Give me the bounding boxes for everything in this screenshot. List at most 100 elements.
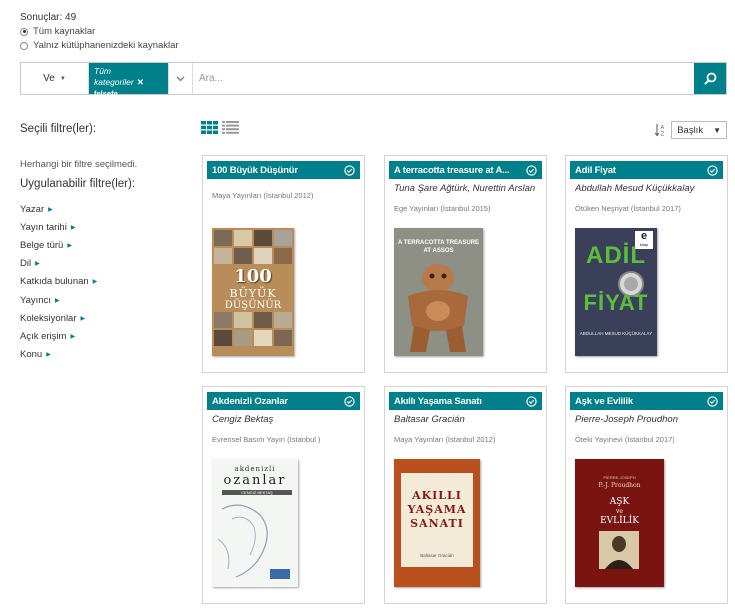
caret-right-icon: ▶ — [48, 206, 53, 213]
scope-library-option[interactable]: Yalnız kütüphanenizdeki kaynaklar — [20, 40, 179, 51]
cover-line-2: BÜYÜK — [229, 287, 277, 300]
card-header[interactable]: Aşk ve Evlilik — [570, 392, 723, 410]
caret-down-icon: ▼ — [713, 125, 721, 135]
card-header[interactable]: A terracotta treasure at A... — [389, 161, 542, 179]
filter-publisher[interactable]: Yayıncı ▶ — [20, 291, 190, 309]
filter-language[interactable]: Dil ▶ — [20, 255, 190, 273]
caret-right-icon: ▶ — [54, 297, 60, 304]
card-header[interactable]: 100 Büyük Düşünür — [207, 161, 360, 179]
chevron-down-icon — [176, 76, 185, 81]
book-cover[interactable]: AKILLI YAŞAMA SANATI Baltasar Gracián — [394, 459, 480, 587]
book-cover[interactable]: 100 BÜYÜK DÜŞÜNÜR — [212, 228, 294, 356]
cover-line-2: AT ASSOS — [423, 248, 454, 254]
filter-label: Yayın tarihi — [20, 221, 67, 233]
filter-author[interactable]: Yazar ▶ — [20, 200, 190, 218]
check-circle-icon[interactable] — [344, 395, 355, 407]
grid-view-icon[interactable] — [201, 121, 218, 134]
card-author: Abdullah Mesud Küçükkalay — [575, 183, 695, 194]
cover-line-2: P.-J. Proudhon — [598, 482, 641, 489]
results-count: Sonuçlar: 49 — [20, 12, 77, 23]
card-title[interactable]: Akdenizli Ozanlar — [212, 396, 288, 407]
filter-label: Yayıncı — [20, 294, 51, 306]
category-chip-sub: felsefe — [94, 89, 118, 98]
list-view-icon[interactable] — [222, 121, 239, 134]
cover-line-2: ozanlar — [223, 473, 287, 488]
scope-all-label: Tüm kaynaklar — [33, 26, 96, 37]
radio-unchecked-icon[interactable] — [20, 41, 28, 50]
result-card[interactable]: A terracotta treasure at A... Tuna Şare … — [384, 155, 547, 373]
category-chip[interactable]: Tüm kategoriler ✕ felsefe — [89, 63, 168, 98]
check-circle-icon[interactable] — [707, 164, 718, 176]
card-publisher: Öteki Yayınevi (İstanbul 2017) — [575, 435, 675, 444]
result-card[interactable]: Akdenizli Ozanlar Cengiz Bektaş Evrensel… — [202, 386, 365, 604]
result-card[interactable]: Akıllı Yaşama Sanatı Baltasar Gracián Ma… — [384, 386, 547, 604]
result-card[interactable]: Aşk ve Evlilik Pierre-Joseph Proudhon Öt… — [565, 386, 728, 604]
book-cover[interactable]: e kitap ADİL FİYAT ABDULLAH MESUD KÜÇÜKK… — [575, 228, 657, 356]
card-title[interactable]: Akıllı Yaşama Sanatı — [394, 396, 482, 407]
svg-text:Z: Z — [661, 132, 665, 138]
result-card[interactable]: 100 Büyük Düşünür Maya Yayınları (İstanb… — [202, 155, 365, 373]
cover-line-1: PIERRE-JOSEPH — [603, 475, 636, 480]
card-author: Cengiz Bektaş — [212, 414, 274, 425]
scope-library-label: Yalnız kütüphanenizdeki kaynaklar — [33, 40, 179, 51]
cover-line-4: ve — [616, 508, 623, 515]
card-author: Baltasar Gracián — [394, 414, 465, 425]
sort-select[interactable]: Başlık ▼ — [671, 121, 727, 139]
cover-portrait-art — [599, 531, 639, 569]
cover-line-5: EVLİLİK — [600, 516, 639, 526]
filter-label: Katkıda bulunan — [20, 276, 89, 288]
sort-az-icon[interactable]: A Z — [654, 123, 666, 137]
search-input[interactable] — [193, 63, 694, 94]
check-circle-icon[interactable] — [344, 164, 355, 176]
card-title[interactable]: Aşk ve Evlilik — [575, 396, 633, 407]
cover-line-1: akdenizli — [234, 465, 276, 473]
caret-right-icon: ▶ — [67, 242, 72, 249]
filter-document-type[interactable]: Belge türü ▶ — [20, 236, 190, 254]
caret-right-icon: ▶ — [80, 315, 86, 322]
scope-all-option[interactable]: Tüm kaynaklar — [20, 26, 179, 37]
filter-contributor[interactable]: Katkıda bulunan ▶ — [20, 273, 190, 291]
cover-figurine-art — [408, 264, 468, 352]
filter-label: Belge türü — [20, 239, 64, 251]
close-icon[interactable]: ✕ — [137, 77, 144, 87]
caret-right-icon: ▶ — [92, 279, 98, 286]
radio-checked-icon[interactable] — [20, 27, 28, 36]
check-circle-icon[interactable] — [526, 164, 537, 176]
book-cover[interactable]: akdenizli ozanlar CENGİZ BEKTAŞ — [212, 459, 298, 587]
cover-badge-e: e — [640, 230, 648, 242]
card-header[interactable]: Akıllı Yaşama Sanatı — [389, 392, 542, 410]
filter-publish-date[interactable]: Yayın tarihi ▶ — [20, 218, 190, 236]
cover-line-3: CENGİZ BEKTAŞ — [222, 490, 292, 495]
search-button[interactable] — [694, 63, 726, 94]
filter-label: Yazar — [20, 203, 45, 215]
book-cover[interactable]: A TERRACOTTA TREASURE AT ASSOS — [394, 228, 483, 356]
card-title[interactable]: 100 Büyük Düşünür — [212, 165, 298, 176]
view-toggle — [201, 121, 239, 134]
cover-line-3: DÜŞÜNÜR — [224, 300, 282, 311]
card-publisher: Evrensel Basım Yayın (İstanbul ) — [212, 435, 321, 444]
category-dropdown-toggle[interactable] — [168, 63, 193, 94]
check-circle-icon[interactable] — [707, 395, 718, 407]
card-title[interactable]: A terracotta treasure at A... — [394, 165, 509, 176]
svg-text:A: A — [661, 125, 665, 131]
category-chip-label: Tüm kategoriler — [94, 66, 134, 87]
card-header[interactable]: Adil Fiyat — [570, 161, 723, 179]
cover-line-3: AŞK — [609, 497, 630, 507]
cover-sketch-art — [217, 504, 290, 579]
card-header[interactable]: Akdenizli Ozanlar — [207, 392, 360, 410]
cover-line-3: SANATI — [410, 517, 464, 530]
sort-selected-label: Başlık — [677, 124, 704, 136]
card-publisher: Ötüken Neşriyat (İstanbul 2017) — [575, 204, 681, 213]
card-publisher: Ege Yayınları (İstanbul 2015) — [394, 204, 491, 213]
filter-subject[interactable]: Konu ▶ — [20, 346, 190, 364]
book-cover[interactable]: PIERRE-JOSEPH P.-J. Proudhon AŞK ve EVLİ… — [575, 459, 664, 587]
caret-right-icon: ▶ — [46, 352, 51, 359]
filter-collections[interactable]: Koleksiyonlar ▶ — [20, 309, 190, 327]
caret-right-icon: ▶ — [35, 261, 40, 268]
filter-label: Konu — [20, 349, 43, 361]
result-card[interactable]: Adil Fiyat Abdullah Mesud Küçükkalay Ötü… — [565, 155, 728, 373]
filter-open-access[interactable]: Açık erişim ▶ — [20, 327, 190, 345]
check-circle-icon[interactable] — [526, 395, 537, 407]
card-title[interactable]: Adil Fiyat — [575, 165, 616, 176]
operator-dropdown[interactable]: Ve ▼ — [21, 63, 89, 94]
